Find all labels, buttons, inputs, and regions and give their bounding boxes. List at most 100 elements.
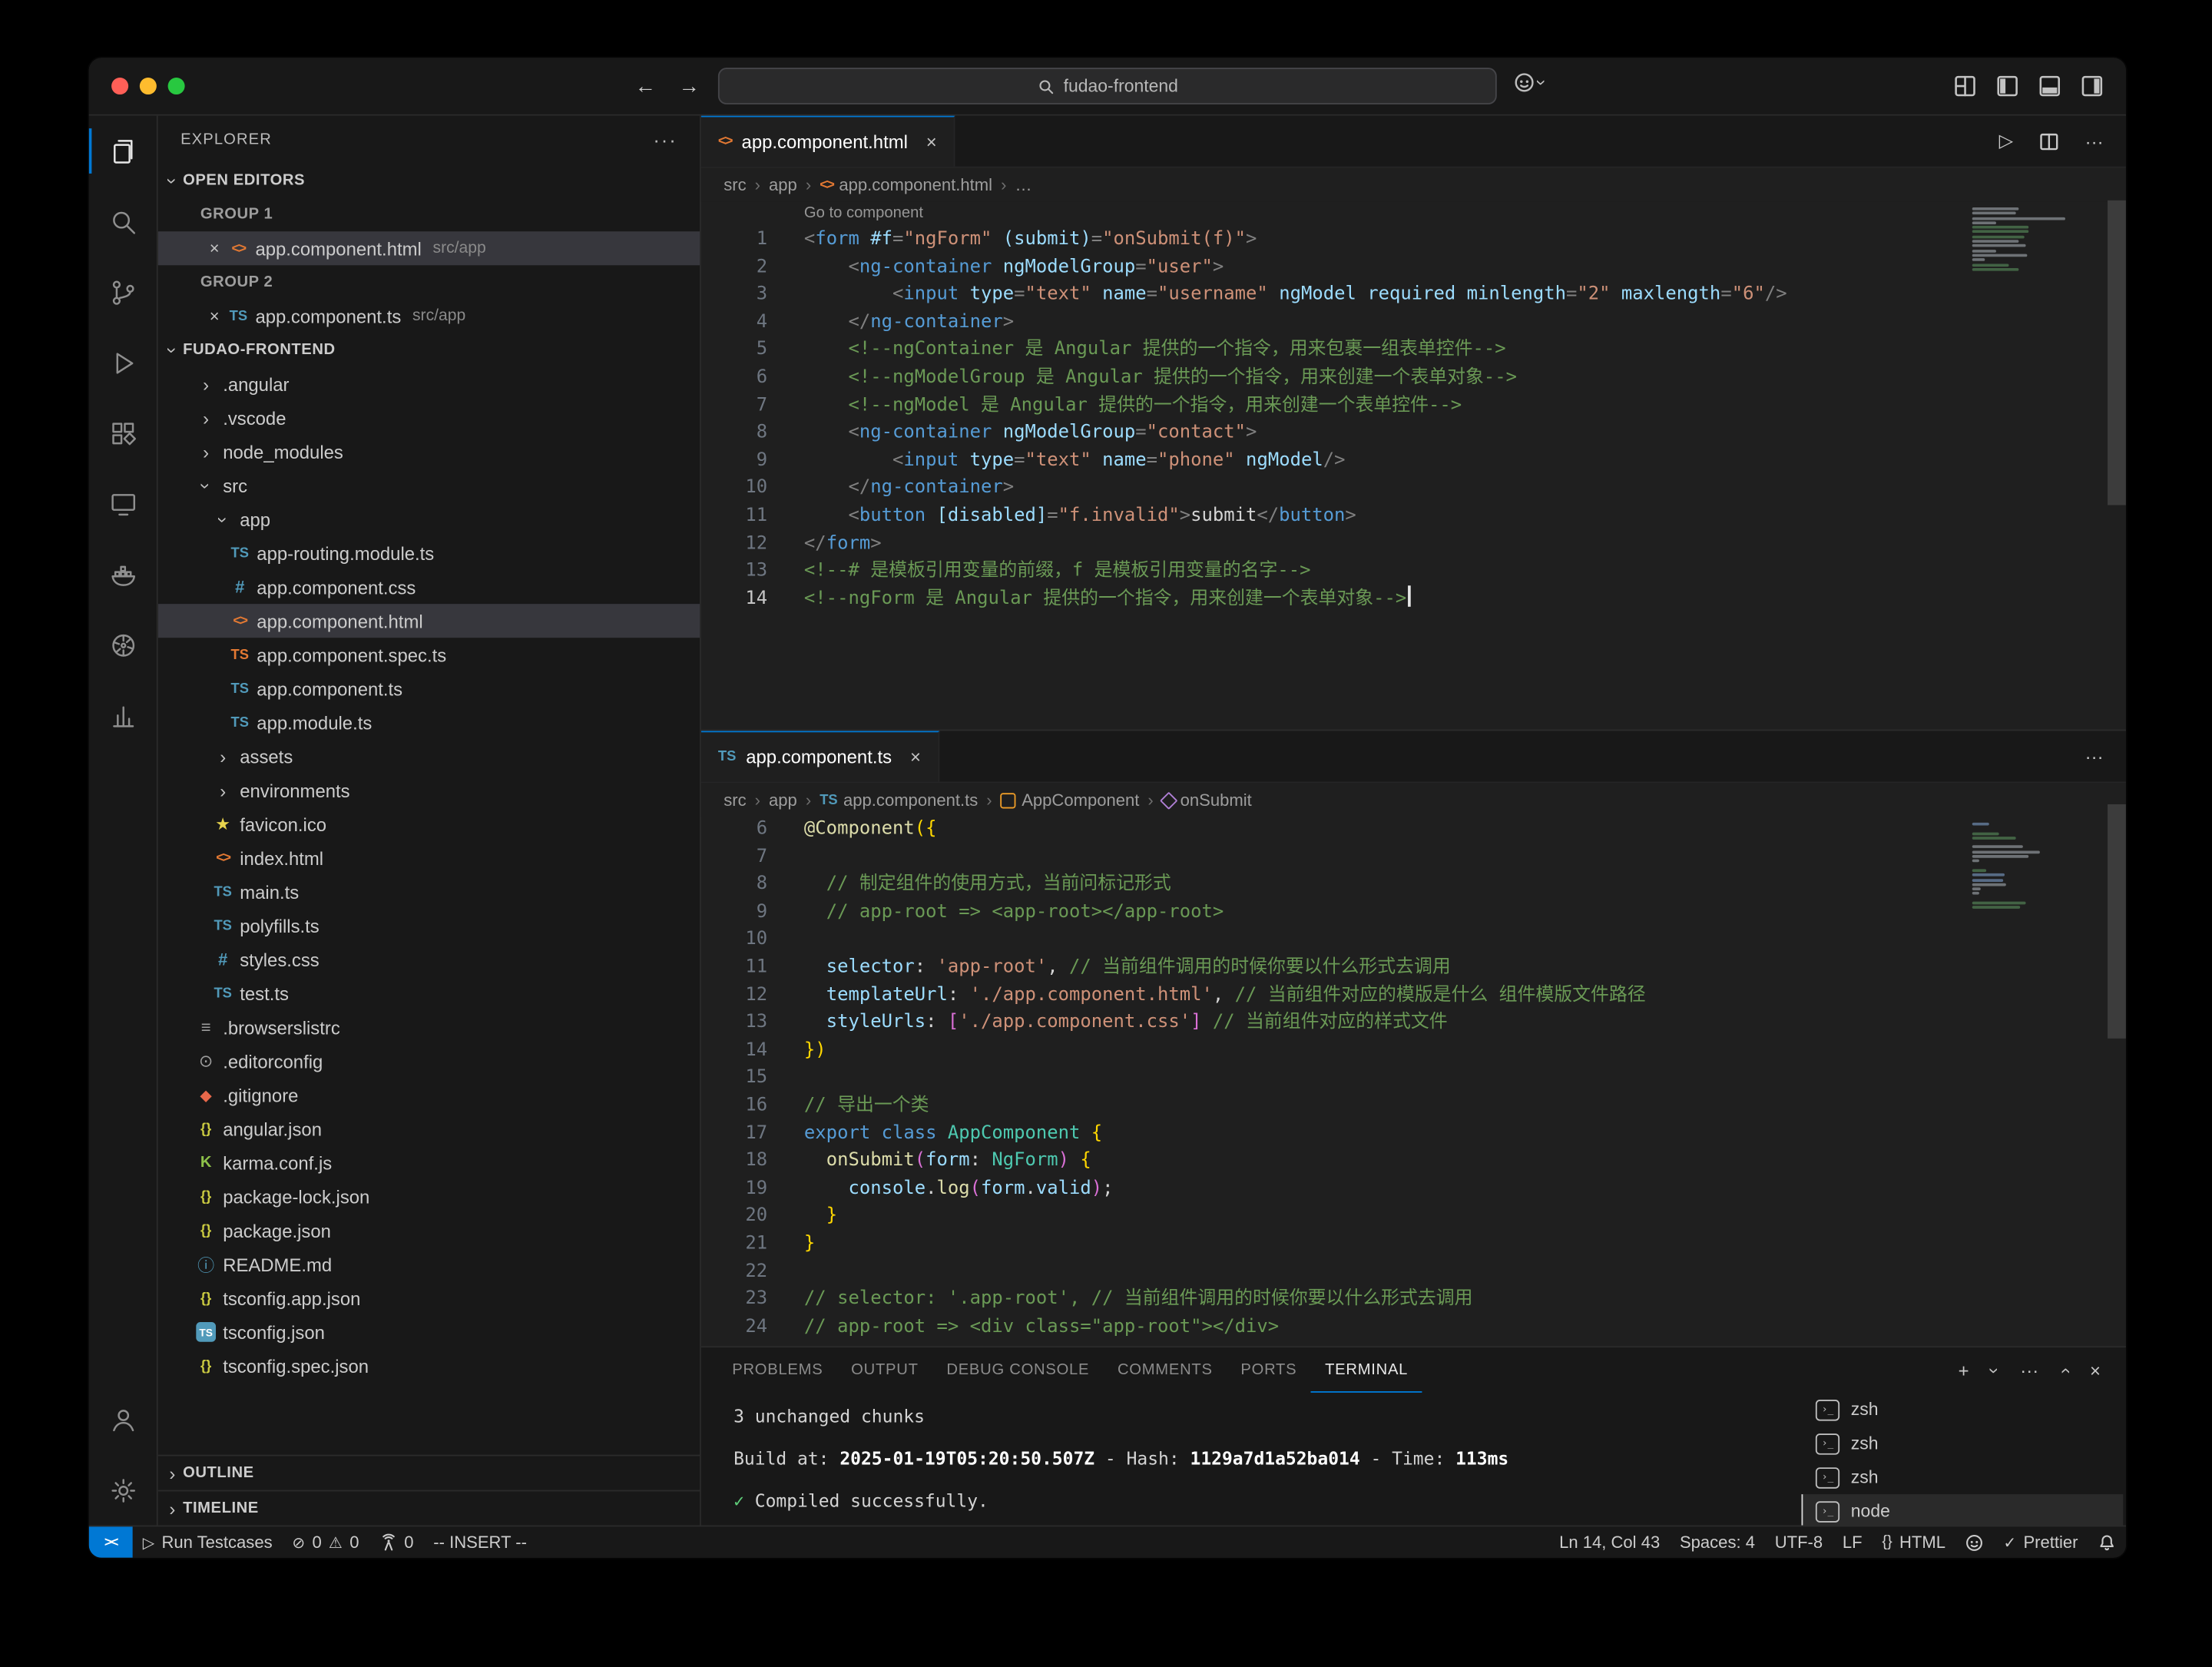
status-indentation[interactable]: Spaces: 4	[1670, 1526, 1765, 1557]
code-line[interactable]: 18 onSubmit(form: NgForm) {	[701, 1147, 2126, 1175]
code-line[interactable]: 17export class AppComponent {	[701, 1120, 2126, 1148]
tree-item[interactable]: {}package-lock.json	[158, 1180, 700, 1214]
tree-item[interactable]: ›assets	[158, 739, 700, 773]
breadcrumb-item[interactable]: <>app.component.html	[820, 175, 992, 195]
panel-right-icon[interactable]	[2081, 75, 2103, 97]
activity-source-control[interactable]	[89, 257, 157, 327]
chevron-up-icon[interactable]: ›	[2054, 1367, 2075, 1373]
tree-item[interactable]: {}angular.json	[158, 1112, 700, 1145]
code-line[interactable]: 5 <!--ngContainer 是 Angular 提供的一个指令，用来包裹…	[701, 336, 2126, 364]
panel-tab-debug-console[interactable]: DEBUG CONSOLE	[932, 1347, 1104, 1393]
tree-item[interactable]: ›.vscode	[158, 401, 700, 435]
tree-item[interactable]: ⓘREADME.md	[158, 1248, 700, 1281]
status-formatter[interactable]: ✓Prettier	[1993, 1526, 2088, 1557]
ellipsis-icon[interactable]: ···	[2085, 746, 2104, 767]
tree-item[interactable]: TSapp.component.spec.ts	[158, 638, 700, 671]
ellipsis-icon[interactable]: ···	[2085, 131, 2104, 152]
panel-tab-ports[interactable]: PORTS	[1227, 1347, 1311, 1393]
forward-icon[interactable]: →	[678, 74, 700, 98]
close-button[interactable]	[111, 78, 128, 94]
section-project[interactable]: › FUDAO-FRONTEND	[158, 333, 700, 366]
code-line[interactable]: 2 <ng-container ngModelGroup="user">	[701, 254, 2126, 281]
tree-item[interactable]: TSmain.ts	[158, 875, 700, 909]
breadcrumb-item[interactable]: TSapp.component.ts	[820, 790, 978, 810]
tree-item[interactable]: TSapp-routing.module.ts	[158, 536, 700, 570]
close-icon[interactable]: ×	[2090, 1360, 2101, 1381]
code-line[interactable]: 12</form>	[701, 530, 2126, 558]
activity-explorer[interactable]	[89, 116, 157, 187]
code-line[interactable]: 13<!--# 是模板引用变量的前缀，f 是模板引用变量的名字-->	[701, 558, 2126, 585]
code-line[interactable]: 4 </ng-container>	[701, 309, 2126, 336]
tree-item[interactable]: TStest.ts	[158, 976, 700, 1010]
code-line[interactable]: 14<!--ngForm 是 Angular 提供的一个指令，用来创建一个表单对…	[701, 585, 2126, 613]
terminal-output[interactable]: 3 unchanged chunksBuild at: 2025-01-19T0…	[701, 1393, 1802, 1531]
tree-item[interactable]: TStsconfig.json	[158, 1315, 700, 1349]
tree-item[interactable]: ⊙.editorconfig	[158, 1044, 700, 1078]
back-icon[interactable]: ←	[635, 74, 657, 98]
minimap[interactable]	[1972, 818, 2106, 911]
section-outline[interactable]: › OUTLINE	[158, 1455, 700, 1490]
code-line[interactable]: 8 // 制定组件的使用方式，当前问标记形式	[701, 871, 2126, 899]
run-icon[interactable]: ▷	[1999, 130, 2013, 152]
code-line[interactable]: 20 }	[701, 1202, 2126, 1230]
open-editor-item[interactable]: ×TSapp.component.tssrc/app	[158, 299, 700, 333]
status-run-testcases[interactable]: ▷Run Testcases	[133, 1526, 283, 1557]
split-editor-icon[interactable]	[2038, 131, 2060, 152]
activity-docker[interactable]	[89, 539, 157, 610]
chevron-down-icon[interactable]: ›	[1984, 1367, 2005, 1373]
code-line[interactable]: 24// app-root => <div class="app-root"><…	[701, 1313, 2126, 1341]
code-line[interactable]: 1<form #f="ngForm" (submit)="onSubmit(f)…	[701, 226, 2126, 254]
layout-grid-icon[interactable]	[1954, 75, 1976, 97]
activity-settings[interactable]	[89, 1455, 157, 1526]
code-line[interactable]: 9 <input type="text" name="phone" ngMode…	[701, 447, 2126, 475]
code-line[interactable]: 19 console.log(form.valid);	[701, 1175, 2126, 1202]
status-language-mode[interactable]: {}HTML	[1872, 1526, 1955, 1557]
terminal-session-node[interactable]: ›_node	[1802, 1494, 2124, 1528]
tree-item[interactable]: ›.angular	[158, 367, 700, 401]
code-line[interactable]: 10	[701, 926, 2126, 954]
tree-item[interactable]: Kkarma.conf.js	[158, 1145, 700, 1179]
status-vim-mode[interactable]: -- INSERT --	[423, 1526, 536, 1557]
status-problems[interactable]: ⊘0⚠0	[282, 1526, 369, 1557]
status-encoding[interactable]: UTF-8	[1765, 1526, 1833, 1557]
activity-extensions[interactable]	[89, 398, 157, 469]
close-icon[interactable]: ×	[926, 131, 937, 153]
section-open-editors[interactable]: › OPEN EDITORS	[158, 164, 700, 197]
code-line[interactable]: 7 <!--ngModel 是 Angular 提供的一个指令，用来创建一个表单…	[701, 392, 2126, 419]
close-icon[interactable]: ×	[203, 307, 225, 326]
terminal-session-zsh[interactable]: ›_zsh	[1802, 1393, 2124, 1427]
status-cursor-position[interactable]: Ln 14, Col 43	[1549, 1526, 1670, 1557]
code-line[interactable]: 23// selector: '.app-root', // 当前组件调用的时候…	[701, 1285, 2126, 1313]
minimize-button[interactable]	[140, 78, 157, 94]
terminal-session-zsh[interactable]: ›_zsh	[1802, 1460, 2124, 1494]
activity-run-and-debug[interactable]	[89, 327, 157, 398]
tree-item[interactable]: ›app	[158, 502, 700, 536]
tree-item[interactable]: {}package.json	[158, 1214, 700, 1248]
code-line[interactable]: 21}	[701, 1230, 2126, 1258]
tab-app-component-ts[interactable]: TS app.component.ts ×	[701, 731, 939, 781]
breadcrumb-item[interactable]: app	[769, 790, 797, 810]
codelens-link[interactable]: Go to component	[701, 201, 2126, 226]
tree-item[interactable]: {}tsconfig.app.json	[158, 1281, 700, 1315]
ellipsis-icon[interactable]: ···	[2020, 1360, 2038, 1381]
tree-item[interactable]: TSpolyfills.ts	[158, 909, 700, 943]
status-notifications[interactable]	[2088, 1526, 2126, 1557]
plus-icon[interactable]: +	[1959, 1360, 1969, 1381]
status-forwarded-ports[interactable]: 0	[369, 1526, 423, 1557]
panel-bottom-icon[interactable]	[2038, 75, 2061, 97]
terminal-session-zsh[interactable]: ›_zsh	[1802, 1427, 2124, 1460]
panel-tab-problems[interactable]: PROBLEMS	[718, 1347, 837, 1393]
code-line[interactable]: 16// 导出一个类	[701, 1092, 2126, 1120]
copilot-menu[interactable]: ›	[1514, 72, 1545, 94]
tree-item[interactable]: <>index.html	[158, 841, 700, 875]
code-line[interactable]: 13 styleUrls: ['./app.component.css'] //…	[701, 1009, 2126, 1037]
tree-item[interactable]: ◆.gitignore	[158, 1078, 700, 1112]
breadcrumb-item[interactable]: app	[769, 175, 797, 195]
close-icon[interactable]: ×	[203, 238, 225, 258]
code-line[interactable]: 8 <ng-container ngModelGroup="contact">	[701, 419, 2126, 447]
breadcrumb-item[interactable]: AppComponent	[1001, 790, 1140, 810]
code-line[interactable]: 14})	[701, 1037, 2126, 1065]
code-line[interactable]: 6 <!--ngModelGroup 是 Angular 提供的一个指令，用来创…	[701, 364, 2126, 392]
panel-tab-comments[interactable]: COMMENTS	[1104, 1347, 1227, 1393]
activity-accounts[interactable]	[89, 1384, 157, 1455]
